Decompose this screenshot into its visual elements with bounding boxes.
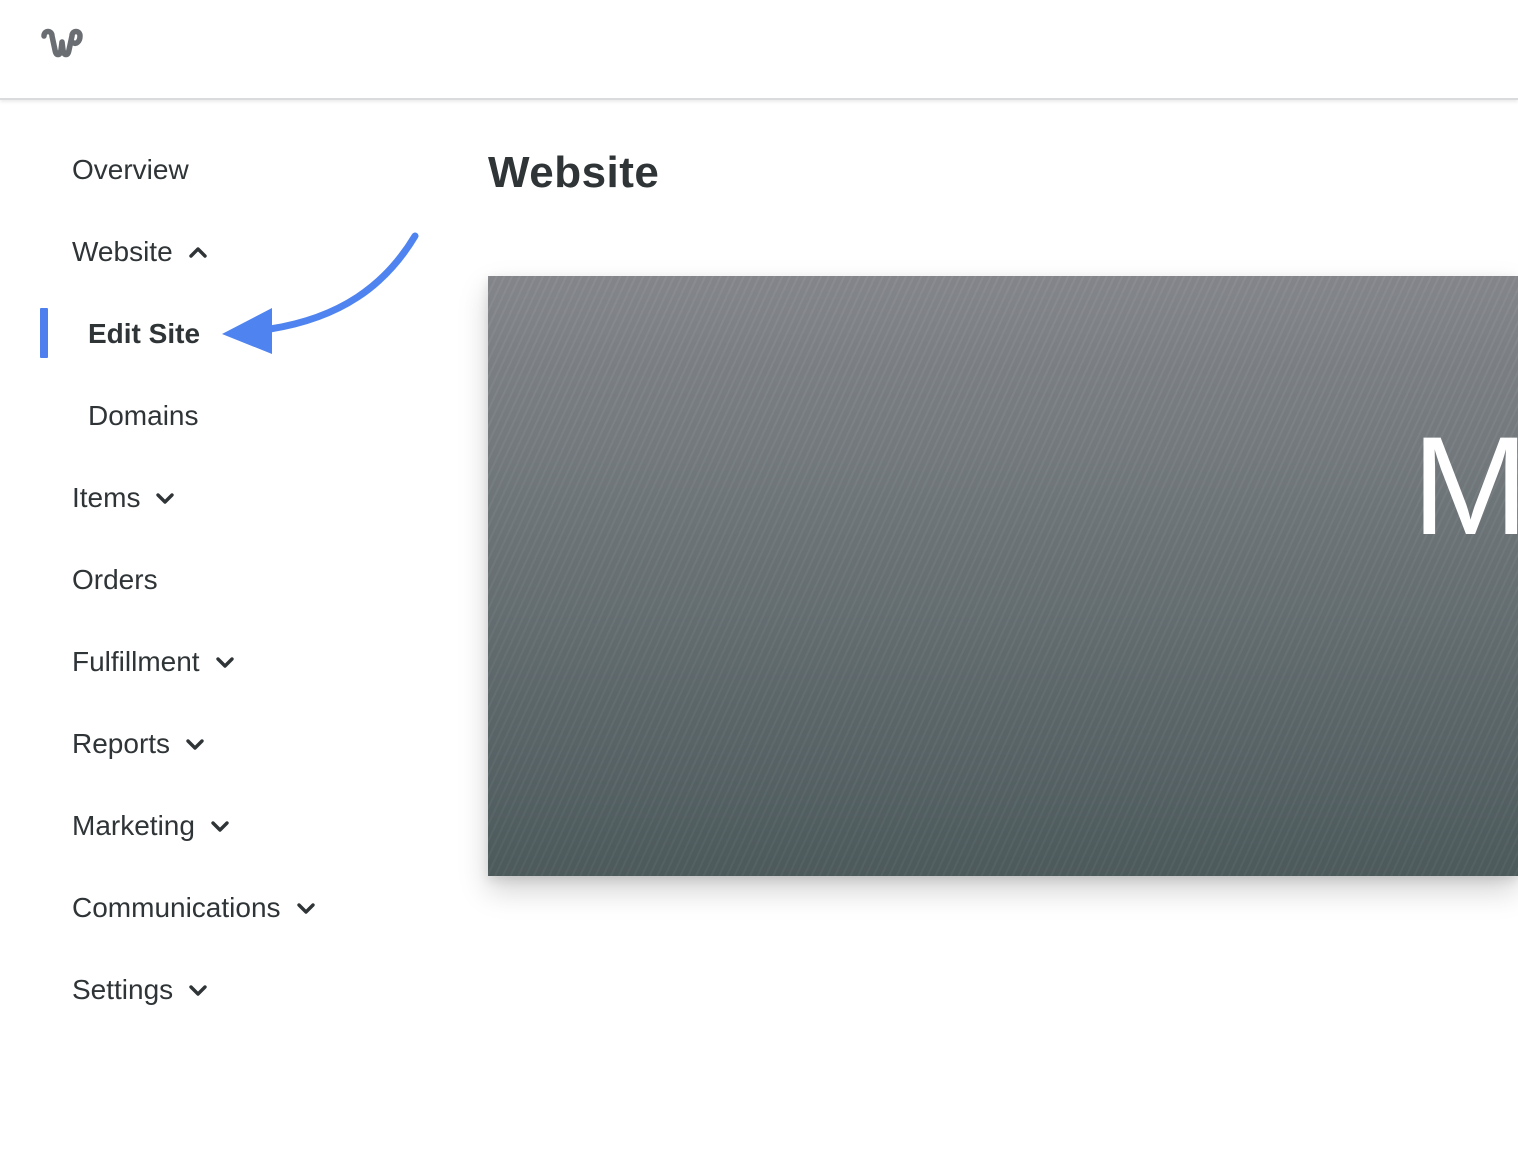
- active-indicator: [40, 308, 48, 358]
- chevron-down-icon: [156, 493, 175, 504]
- sidebar-item-overview[interactable]: Overview: [72, 150, 189, 190]
- sidebar-item-settings[interactable]: Settings: [72, 970, 209, 1010]
- sidebar-item-marketing[interactable]: Marketing: [72, 806, 231, 846]
- sidebar-item-label: Website: [72, 236, 173, 267]
- chevron-up-icon: [188, 247, 207, 258]
- sidebar-item-domains[interactable]: Domains: [88, 396, 198, 436]
- sidebar-item-label: Communications: [72, 892, 281, 923]
- sidebar-item-reports[interactable]: Reports: [72, 724, 206, 764]
- chevron-down-icon: [211, 821, 229, 832]
- sidebar-item-items[interactable]: Items: [72, 478, 176, 518]
- chevron-down-icon: [189, 985, 207, 996]
- sidebar-item-orders[interactable]: Orders: [72, 560, 158, 600]
- sidebar-item-communications[interactable]: Communications: [72, 888, 317, 928]
- sidebar-item-label: Marketing: [72, 810, 195, 841]
- sidebar-item-label: Fulfillment: [72, 646, 200, 677]
- sidebar-item-label: Domains: [88, 400, 199, 431]
- top-bar: [0, 0, 1518, 100]
- site-preview[interactable]: M: [488, 276, 1518, 876]
- preview-headline: M: [1412, 407, 1518, 564]
- preview-background: [488, 276, 1518, 876]
- sidebar-item-label: Edit Site: [88, 318, 201, 349]
- chevron-down-icon: [296, 903, 315, 914]
- page-title: Website: [488, 148, 660, 197]
- sidebar-item-fulfillment[interactable]: Fulfillment: [72, 642, 236, 682]
- sidebar-item-website[interactable]: Website: [72, 232, 209, 272]
- sidebar-item-label: Settings: [72, 974, 174, 1005]
- sidebar-item-label: Items: [72, 482, 141, 513]
- sidebar-item-label: Overview: [72, 154, 189, 185]
- sidebar-item-label: Orders: [72, 564, 158, 595]
- weebly-logo-icon[interactable]: [38, 26, 86, 62]
- sidebar-item-label: Reports: [72, 728, 171, 759]
- chevron-down-icon: [186, 739, 204, 750]
- sidebar-item-edit-site[interactable]: Edit Site: [88, 314, 200, 354]
- chevron-down-icon: [215, 657, 234, 668]
- annotation-arrow-icon: [222, 232, 419, 354]
